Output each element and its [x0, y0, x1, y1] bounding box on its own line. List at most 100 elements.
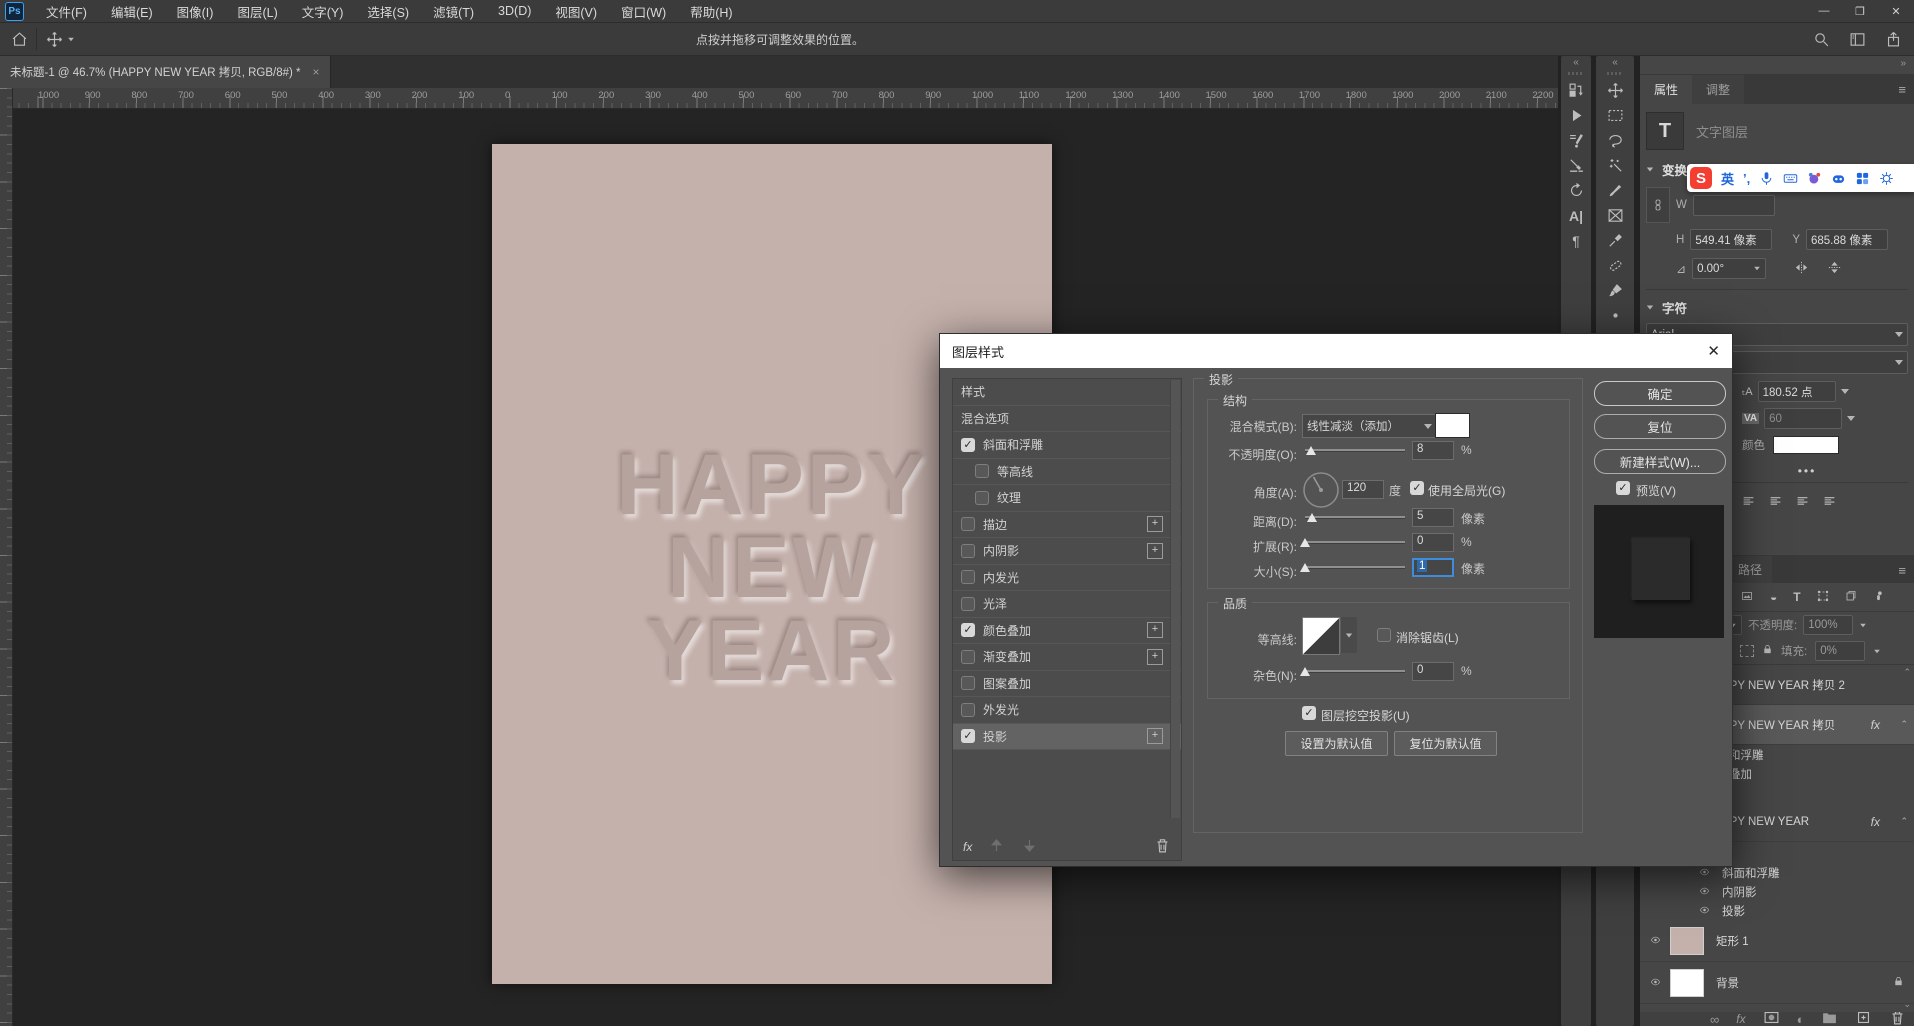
visibility-eye-icon[interactable]	[1648, 976, 1663, 990]
ime-skin-icon[interactable]	[1807, 171, 1822, 186]
style-item-样式[interactable]: 样式	[953, 379, 1181, 406]
new-group-icon[interactable]	[1821, 1012, 1838, 1026]
wand-tool-icon[interactable]	[1602, 153, 1628, 178]
add-instance-icon[interactable]: +	[1147, 728, 1163, 744]
brushpreset-tool-icon[interactable]	[1563, 153, 1589, 178]
layer-fx-icon[interactable]: fx	[1736, 1012, 1745, 1026]
collapse-effects-icon[interactable]: ⌃	[1900, 719, 1908, 730]
filter-pin-icon[interactable]	[1873, 590, 1884, 605]
play-tool-icon[interactable]	[1563, 103, 1589, 128]
menu-文件(F)[interactable]: 文件(F)	[34, 2, 99, 21]
chevron-down-icon[interactable]	[1874, 649, 1880, 653]
move-tool-icon[interactable]	[43, 28, 65, 50]
add-mask-icon[interactable]	[1763, 1012, 1780, 1026]
section-collapse-icon[interactable]	[1647, 168, 1653, 172]
home-icon[interactable]	[8, 28, 30, 50]
style-checkbox[interactable]	[961, 597, 975, 611]
menu-帮助(H)[interactable]: 帮助(H)	[678, 2, 744, 21]
patch-tool-icon[interactable]	[1602, 253, 1628, 278]
menu-3D(D)[interactable]: 3D(D)	[486, 4, 543, 18]
eyedropper-tool-icon[interactable]	[1602, 228, 1628, 253]
layer-row-内阴影[interactable]: 内阴影	[1640, 882, 1914, 901]
move-tool-icon[interactable]	[1602, 78, 1628, 103]
opacity-slider[interactable]	[1305, 443, 1405, 457]
style-item-描边[interactable]: 描边+	[953, 512, 1181, 539]
spread-slider[interactable]	[1305, 535, 1405, 549]
style-item-混合选项[interactable]: 混合选项	[953, 406, 1181, 433]
text-color-swatch[interactable]	[1773, 436, 1839, 454]
visibility-eye-icon[interactable]	[1697, 866, 1712, 880]
tab-properties[interactable]: 属性	[1640, 75, 1692, 104]
contour-picker[interactable]	[1302, 617, 1357, 655]
style-checkbox-checked[interactable]: ✓	[961, 623, 975, 637]
shadow-color-swatch[interactable]	[1435, 413, 1470, 438]
document-tab-close-icon[interactable]: ×	[313, 65, 320, 79]
scroll-down-icon[interactable]: ⌄	[1903, 999, 1911, 1010]
layer-fx-badge[interactable]: fx	[1871, 718, 1880, 732]
style-checkbox[interactable]	[961, 703, 975, 717]
marquee-tool-icon[interactable]	[1602, 103, 1628, 128]
style-item-等高线[interactable]: 等高线	[953, 459, 1181, 486]
restore-button[interactable]: ❐	[1842, 5, 1878, 18]
menu-编辑(E)[interactable]: 编辑(E)	[99, 2, 165, 21]
menu-图层(L)[interactable]: 图层(L)	[225, 2, 289, 21]
new-layer-icon[interactable]	[1855, 1012, 1872, 1026]
blend-mode-dropdown[interactable]: 线性减淡（添加）	[1302, 414, 1437, 438]
ime-toolbox-icon[interactable]	[1855, 171, 1870, 186]
ime-assistant-icon[interactable]	[1831, 171, 1846, 186]
preview-checkbox[interactable]: ✓	[1616, 481, 1630, 495]
style-list-scrollbar[interactable]	[1170, 380, 1180, 818]
style-checkbox[interactable]	[975, 464, 989, 478]
ime-toolbar[interactable]: S 英 ’,	[1687, 164, 1914, 192]
layer-row-投影[interactable]: 投影	[1640, 901, 1914, 920]
justify-icon[interactable]	[1823, 495, 1836, 511]
chevron-down-icon[interactable]	[68, 37, 74, 41]
style-item-图案叠加[interactable]: 图案叠加	[953, 671, 1181, 698]
ime-settings-icon[interactable]	[1879, 171, 1894, 186]
style-checkbox[interactable]	[961, 570, 975, 584]
chevron-down-icon[interactable]	[1841, 389, 1849, 394]
style-item-渐变叠加[interactable]: 渐变叠加+	[953, 644, 1181, 671]
menu-视图(V)[interactable]: 视图(V)	[543, 2, 609, 21]
reset-button[interactable]: 复位	[1594, 414, 1726, 439]
menu-选择(S)[interactable]: 选择(S)	[355, 2, 421, 21]
filter-img-icon[interactable]	[1740, 590, 1754, 605]
y-field[interactable]: 685.88 像素	[1806, 229, 1888, 250]
collapse-toolbar-icon[interactable]: «	[1573, 56, 1579, 70]
style-checkbox[interactable]	[961, 650, 975, 664]
adjustment-layer-icon[interactable]: ◐	[1797, 1012, 1805, 1026]
para-tool-icon[interactable]: ¶	[1563, 228, 1589, 253]
frame-tool-icon[interactable]	[1602, 203, 1628, 228]
brushlist-tool-icon[interactable]	[1563, 128, 1589, 153]
share-icon[interactable]	[1882, 28, 1904, 50]
flip-vertical-icon[interactable]	[1827, 260, 1842, 278]
antialias-checkbox[interactable]	[1377, 628, 1391, 642]
visibility-eye-icon[interactable]	[1697, 904, 1712, 918]
style-item-内发光[interactable]: 内发光	[953, 565, 1181, 592]
add-instance-icon[interactable]: +	[1147, 516, 1163, 532]
scroll-up-icon[interactable]: ⌃	[1903, 667, 1911, 678]
quickbrush-tool-icon[interactable]	[1602, 178, 1628, 203]
lasso-tool-icon[interactable]	[1602, 128, 1628, 153]
typeA-tool-icon[interactable]: A|	[1563, 203, 1589, 228]
reset-default-button[interactable]: 复位为默认值	[1394, 731, 1497, 756]
visibility-eye-icon[interactable]	[1648, 934, 1663, 948]
chevron-down-icon[interactable]	[1847, 416, 1855, 421]
lock-transparent-icon[interactable]	[1740, 645, 1754, 657]
section-collapse-icon[interactable]	[1647, 306, 1653, 310]
dot-tool-icon[interactable]	[1602, 303, 1628, 328]
fill-field[interactable]: 0%	[1815, 641, 1865, 661]
style-checkbox[interactable]	[975, 491, 989, 505]
chevron-down-icon[interactable]	[1860, 623, 1866, 627]
height-field[interactable]: 549.41 像素	[1690, 229, 1772, 250]
align-left-icon[interactable]	[1742, 495, 1755, 511]
move-effect-up-icon[interactable]	[988, 837, 1005, 857]
workspace-icon[interactable]	[1846, 28, 1868, 50]
angle-value-field[interactable]: 120	[1342, 480, 1384, 499]
size-value-field[interactable]: 1	[1412, 558, 1454, 577]
style-item-斜面和浮雕[interactable]: ✓斜面和浮雕	[953, 432, 1181, 459]
width-field[interactable]	[1693, 195, 1775, 216]
add-instance-icon[interactable]: +	[1147, 543, 1163, 559]
chevron-down-icon[interactable]	[1895, 360, 1903, 365]
new-style-button[interactable]: 新建样式(W)...	[1594, 449, 1726, 474]
